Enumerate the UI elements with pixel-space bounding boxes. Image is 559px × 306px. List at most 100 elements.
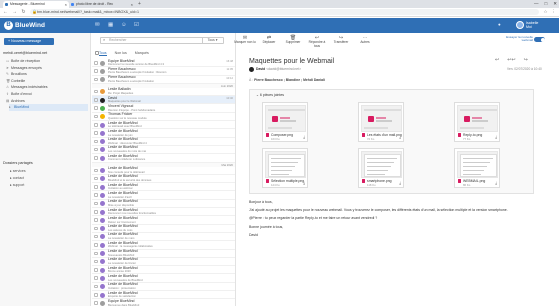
message-checkbox[interactable] [94,176,98,181]
message-list-item[interactable]: Pierre Bauchesco Pierre Bauchesco a accep… [92,75,235,84]
message-list-item[interactable]: Leslie Balladin Re: Projet Maquettes [92,88,235,97]
message-checkbox[interactable] [94,301,98,305]
tab-flagged[interactable]: Marqués [135,51,149,56]
attachment-preview[interactable] [265,151,306,178]
recipient-list[interactable]: Pierre Bauchesco ; Blandine ; Mehdi Dani… [254,78,325,82]
toolbar-button[interactable]: ↪ Transférer [330,35,352,45]
url-field[interactable]: 🔒 bm.blue-mind.net/webmail/?_task=mail&_… [30,9,540,15]
message-checkbox[interactable] [94,293,98,297]
close-tab-icon[interactable]: × [131,1,133,8]
attachment-card[interactable]: smartphone.png 118 Ko ⤓ [358,148,404,188]
attachment-preview[interactable] [457,105,498,132]
message-checkbox[interactable] [94,156,98,160]
attachments-header[interactable]: ⌄ 6 pièces jointes [256,93,284,97]
message-checkbox[interactable] [94,243,98,247]
message-checkbox[interactable] [94,98,98,102]
reply-icon[interactable]: ↩ [495,57,499,63]
menu-icon[interactable]: ⋮ [552,9,557,15]
new-message-button[interactable]: + Nouveau message [4,38,54,45]
message-checkbox[interactable] [94,89,98,94]
toolbar-button[interactable]: 🗑 Supprimer [282,35,304,45]
sidebar-folder-item[interactable]: ▤ Archives [6,98,88,105]
attachment-card[interactable]: Sélection multiple.png 124 Ko ⤓ [262,148,308,188]
forward-icon[interactable]: → [12,9,17,15]
back-icon[interactable]: ← [3,9,8,15]
shared-folder-item[interactable]: ▸ contact [10,176,24,180]
sidebar-folder-item[interactable]: ⇪ Boîte d'envoi [6,91,88,98]
message-list-item[interactable]: Thomas Fricker Question sur le nouveau mo… [92,113,235,122]
message-checkbox[interactable] [94,123,98,127]
download-icon[interactable]: ⤓ [495,180,497,185]
app-logo[interactable]: B BlueWind [4,21,45,30]
attachment-card[interactable]: WEBMAIL.png 86 Ko ⤓ [454,148,500,188]
message-checkbox[interactable] [94,185,98,189]
message-checkbox[interactable] [94,131,98,135]
message-checkbox[interactable] [94,218,98,222]
sidebar-folder-item[interactable]: ➤ Messages envoyés [6,65,88,72]
message-checkbox[interactable] [94,234,98,239]
message-checkbox[interactable] [94,193,98,197]
contacts-icon[interactable]: ☺ [121,22,127,28]
notifications-icon[interactable]: ● [498,22,501,27]
message-checkbox[interactable] [94,284,98,289]
account-label[interactable]: mehdi.ceret@bluemind.net [3,51,47,55]
message-checkbox[interactable] [94,69,98,73]
message-list-item[interactable]: Leslie de BlueMind BlueMind et la sécurit… [92,175,235,184]
attachment-card[interactable]: Composer.png 163 Ko ⤓ [262,102,308,142]
reload-icon[interactable]: ↻ [21,9,26,15]
user-menu[interactable]: Isabelle Moi [526,21,538,29]
attachment-card[interactable]: Les états d'un mail.png 72 Ko ⤓ [358,102,404,142]
maximize-icon[interactable]: □ [545,0,548,7]
close-tab-icon[interactable]: × [65,1,67,8]
toolbar-button[interactable]: ⇄ Déplacer [258,35,280,45]
search-input[interactable]: ⌕ Rechercher Tous ▾ [100,37,224,44]
browser-tab[interactable]: photo libre de droit - Rec × [69,1,135,8]
message-checkbox[interactable] [94,139,98,144]
filter-select[interactable]: Tous ▾ [202,38,222,43]
sidebar-folder-item[interactable]: 🗑 Corbeille [6,78,88,85]
attachment-preview[interactable] [361,151,402,178]
sidebar-folder-item[interactable]: ⚠ Messages indésirables [6,84,88,91]
message-checkbox[interactable] [94,251,98,256]
star-icon[interactable]: ☆ [543,9,547,15]
minimize-icon[interactable]: — [534,0,539,7]
message-checkbox[interactable] [94,276,98,280]
toolbar-button[interactable]: ⋯ Autres [354,35,376,45]
shared-folders-title[interactable]: Dossiers partagés [3,161,33,165]
new-tab-icon[interactable]: + [138,1,141,8]
user-avatar[interactable] [516,21,524,29]
message-checkbox[interactable] [94,114,98,119]
message-list-item[interactable]: Leslie de BlueMind La newsletter de mars [92,233,235,242]
calendar-icon[interactable]: ▦ [108,22,113,28]
new-webmail-toggle[interactable] [534,37,545,42]
toolbar-button[interactable]: ↩ Répondre à tous [306,35,328,48]
browser-tab-active[interactable]: Messagerie - Bluemind × [3,1,69,8]
forward-icon[interactable]: ↪ [524,57,528,63]
tasks-icon[interactable]: ☑ [134,22,139,28]
mail-icon[interactable]: ✉ [95,22,100,28]
attachment-preview[interactable] [457,151,498,178]
download-icon[interactable]: ⤓ [399,180,401,185]
download-icon[interactable]: ⤓ [495,134,497,139]
tab-unread[interactable]: Non lus [115,51,127,56]
shared-folder-item[interactable]: ▸ services [10,169,26,173]
sidebar-folder-item[interactable]: ✎ Brouillons [6,71,88,78]
message-checkbox[interactable] [94,259,98,264]
message-list-item[interactable]: Leslie de BlueMind La newsletter de févri… [92,258,235,267]
message-checkbox[interactable] [94,268,98,272]
message-checkbox[interactable] [94,61,98,65]
message-checkbox[interactable] [94,106,98,110]
shared-folder-item[interactable]: ▸ support [10,183,24,187]
attachment-card[interactable]: Reply-to.png 77 Ko ⤓ [454,102,500,142]
close-window-icon[interactable]: ✕ [553,0,557,7]
message-checkbox[interactable] [94,226,98,231]
message-checkbox[interactable] [94,77,98,82]
message-checkbox[interactable] [94,168,98,173]
message-list-item[interactable]: Leslie de BlueMind Comment collaborer à d… [92,154,235,163]
download-icon[interactable]: ⤓ [303,180,305,185]
tab-all[interactable]: Tous [99,51,107,56]
attachment-preview[interactable] [265,105,306,132]
attachment-preview[interactable] [361,105,402,132]
message-checkbox[interactable] [94,201,98,206]
download-icon[interactable]: ⤓ [303,134,305,139]
